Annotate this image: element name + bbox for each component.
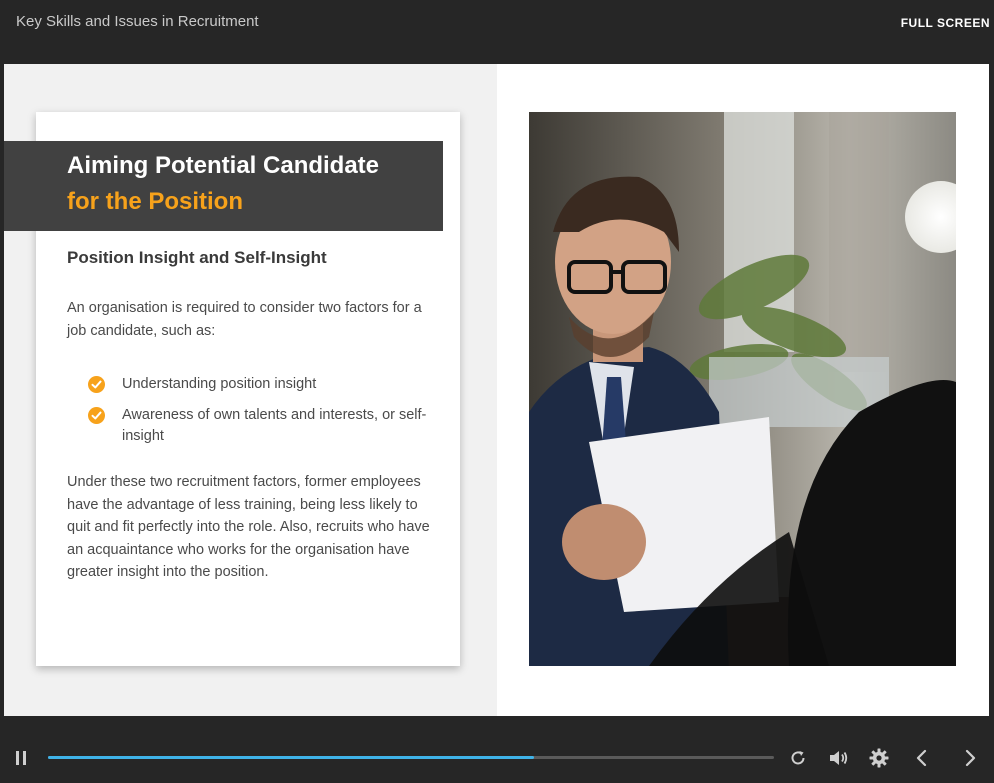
checkmark-icon <box>88 407 105 424</box>
checkmark-icon <box>88 376 105 393</box>
next-arrow-icon <box>965 749 976 767</box>
left-panel: Aiming Potential Candidate for the Posit… <box>4 64 497 716</box>
volume-button[interactable] <box>829 749 849 771</box>
volume-icon <box>830 751 848 765</box>
list-item-text: Understanding position insight <box>122 376 317 392</box>
slide-title-line1: Aiming Potential Candidate <box>67 152 380 179</box>
interview-photo <box>529 112 956 666</box>
settings-button[interactable] <box>869 748 889 772</box>
intro-paragraph: An organisation is required to consider … <box>67 300 422 339</box>
progress-fill <box>48 756 535 759</box>
outro-paragraph: Under these two recruitment factors, for… <box>67 474 430 580</box>
prev-arrow-icon <box>916 749 927 767</box>
replay-icon <box>791 751 805 765</box>
previous-button[interactable] <box>915 749 929 771</box>
list-item: Awareness of own talents and interests, … <box>88 405 433 447</box>
fullscreen-button[interactable]: FULL SCREEN <box>901 16 990 30</box>
settings-gear-icon <box>869 748 889 768</box>
course-title: Key Skills and Issues in Recruitment <box>16 13 259 30</box>
pause-button[interactable] <box>14 750 28 770</box>
list-item-text: Awareness of own talents and interests, … <box>122 407 427 444</box>
list-item: Understanding position insight <box>88 374 433 395</box>
section-subheading: Position Insight and Self-Insight <box>67 248 327 267</box>
pause-icon <box>16 751 26 765</box>
slide-content: Aiming Potential Candidate for the Posit… <box>4 64 989 716</box>
slide-title-line2: for the Position <box>67 188 243 215</box>
progress-bar[interactable] <box>48 756 774 759</box>
top-bar: Key Skills and Issues in Recruitment FUL… <box>0 0 994 64</box>
replay-button[interactable] <box>789 749 807 771</box>
next-button[interactable] <box>963 749 977 771</box>
player-controls <box>0 716 994 783</box>
factor-list: Understanding position insight Awareness… <box>88 374 433 457</box>
